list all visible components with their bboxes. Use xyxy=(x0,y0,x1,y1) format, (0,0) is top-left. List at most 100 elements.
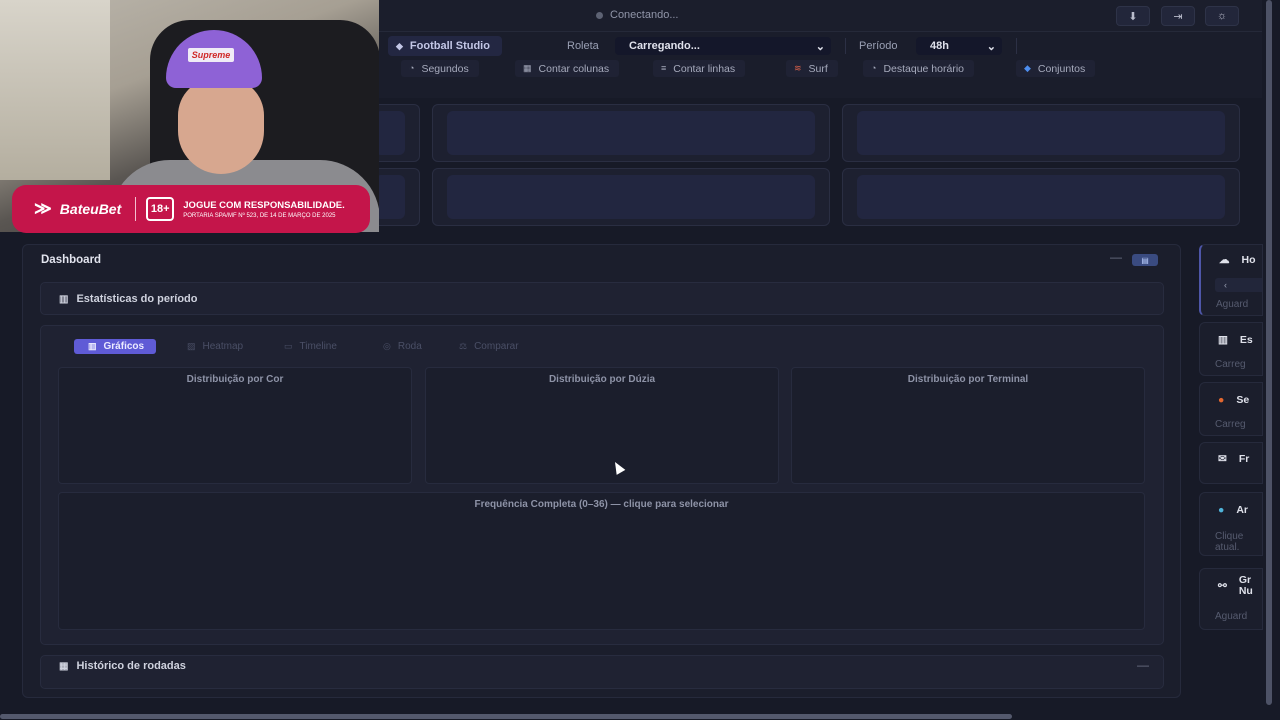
stats-section-header[interactable]: ▥ Estatísticas do período xyxy=(40,282,1164,315)
chart-terminal-distribution: Distribuição por Terminal xyxy=(791,367,1145,484)
sidebar-card[interactable]: ▥ Es Carreg xyxy=(1199,322,1263,376)
roleta-select[interactable]: Carregando... ⌄ xyxy=(615,37,831,55)
theme-toggle-button[interactable]: ☼ xyxy=(1205,6,1239,26)
toggle-contar-colunas[interactable]: ▦ Contar colunas xyxy=(515,60,620,77)
sidebar-card-title: ✉ Fr xyxy=(1218,453,1249,465)
brand-name: BateuBet xyxy=(59,201,122,217)
history-title: ▦ Histórico de rodadas xyxy=(59,660,186,672)
skeleton-block xyxy=(447,111,815,155)
toggle-conjuntos[interactable]: ◆ Conjuntos xyxy=(1016,60,1096,77)
sidebar-card-title: ● Ar xyxy=(1218,504,1248,516)
chart-frequency[interactable]: Frequência Completa (0–36) — clique para… xyxy=(58,492,1145,630)
periodo-select[interactable]: 48h ⌄ xyxy=(916,37,1002,55)
image-icon: ▤ xyxy=(1141,255,1149,265)
legal-notice: JOGUE COM RESPONSABILIDADE. PORTARIA SPA… xyxy=(183,200,345,219)
tab-comparar[interactable]: ⚖ Comparar xyxy=(459,339,519,354)
chart-title: Distribuição por Dúzia xyxy=(548,374,656,385)
loading-card xyxy=(432,104,830,162)
game-chip[interactable]: ◆ Football Studio xyxy=(388,36,502,56)
horizontal-scrollbar[interactable] xyxy=(0,714,1012,719)
periodo-label: Período xyxy=(859,40,898,52)
charts-section: ▥ Gráficos ▨ Heatmap ▭ Timeline ◎ Roda ⚖ Comp… xyxy=(40,325,1164,645)
responsible-gaming-text: JOGUE COM RESPONSABILIDADE. xyxy=(183,199,345,211)
tab-graficos[interactable]: ▥ Gráficos xyxy=(74,339,157,354)
tab-label: Roda xyxy=(397,341,422,352)
fire-icon: ● xyxy=(1218,394,1225,406)
loading-card xyxy=(842,104,1240,162)
cap-logo: Supreme xyxy=(188,48,234,62)
stats-title: ▥ Estatísticas do período xyxy=(59,293,197,305)
toggle-contar-linhas[interactable]: ≡ Contar linhas xyxy=(653,60,746,77)
connection-status: Conectando... xyxy=(596,9,679,21)
collapse-icon[interactable]: — xyxy=(1110,250,1122,264)
link-icon: ⚯ xyxy=(1218,580,1227,592)
chart-icon: ▥ xyxy=(88,341,97,351)
sidebar-card-title-text: Es xyxy=(1239,334,1253,346)
chart-icon: ▥ xyxy=(1218,334,1228,346)
prev-button[interactable]: ‹ xyxy=(1215,278,1262,292)
tab-roda[interactable]: ◎ Roda xyxy=(383,339,422,354)
heatmap-icon: ▨ xyxy=(187,341,196,351)
vertical-scrollbar[interactable] xyxy=(1266,0,1272,705)
chart-color-distribution: Distribuição por Cor xyxy=(58,367,412,484)
toggle-label: Surf xyxy=(808,62,828,75)
tab-timeline[interactable]: ▭ Timeline xyxy=(284,339,337,354)
chevron-down-icon: ⌄ xyxy=(815,40,825,53)
game-icon: ◆ xyxy=(396,40,403,51)
history-section-header[interactable]: ▦ Histórico de rodadas — xyxy=(40,655,1164,689)
toggle-label: Segundos xyxy=(421,62,469,75)
skeleton-block xyxy=(447,175,815,219)
sidebar-card[interactable]: ✉ Fr xyxy=(1199,442,1263,484)
tab-heatmap[interactable]: ▨ Heatmap xyxy=(187,339,243,354)
legal-ordinance-text: PORTARIA SPA/MF Nº 523, DE 14 DE MARÇO D… xyxy=(183,212,336,219)
dashboard-action-button[interactable]: ▤ xyxy=(1132,254,1158,266)
logout-icon: ⇥ xyxy=(1173,10,1183,23)
sidebar-card-subtitle: Aguard xyxy=(1216,299,1249,310)
sidebar-card-title: ⚯ Gr Nu xyxy=(1218,575,1253,597)
rows-icon: ≡ xyxy=(661,63,667,73)
sidebar-card-subtitle: Carreg xyxy=(1215,359,1246,370)
background-wall xyxy=(0,0,110,180)
tab-label: Gráficos xyxy=(103,341,145,352)
chart-dozen-distribution: Distribuição por Dúzia xyxy=(425,367,779,484)
mail-icon: ✉ xyxy=(1218,453,1227,465)
chart-title: Distribuição por Cor xyxy=(186,374,284,385)
skeleton-block xyxy=(375,111,405,155)
magnifier-icon: ● xyxy=(1218,504,1225,516)
tab-label: Heatmap xyxy=(202,341,244,352)
toggle-label: Contar linhas xyxy=(673,62,736,75)
sidebar-card[interactable]: ☁ Ho ‹ Aguard xyxy=(1199,244,1263,316)
skeleton-block xyxy=(375,175,405,219)
loading-card xyxy=(432,168,830,226)
sidebar-card[interactable]: ● Ar Clique atual. xyxy=(1199,492,1263,556)
collapse-icon[interactable]: — xyxy=(1137,658,1149,672)
skeleton-block xyxy=(857,111,1225,155)
sponsor-banner: ≫ BateuBet 18+ JOGUE COM RESPONSABILIDAD… xyxy=(12,185,370,233)
tab-label: Comparar xyxy=(474,341,519,352)
dashboard-title: Dashboard xyxy=(41,254,102,266)
timeline-icon: ▭ xyxy=(284,341,293,351)
toggle-surf[interactable]: ≋ Surf xyxy=(786,60,838,77)
sidebar-card[interactable]: ● Se Carreg xyxy=(1199,382,1263,436)
sidebar-card-subtitle: Aguard xyxy=(1215,611,1248,622)
wave-icon: ≋ xyxy=(794,63,802,73)
divider xyxy=(845,38,846,54)
sidebar-card-title-text: Fr xyxy=(1238,453,1250,465)
age-badge: 18+ xyxy=(146,197,175,221)
sidebar-card-subtitle: Clique atual. xyxy=(1215,531,1244,553)
clock-icon: ◔ xyxy=(409,63,415,73)
roleta-select-value: Carregando... xyxy=(629,40,700,52)
download-button[interactable]: ⬇ xyxy=(1116,6,1150,26)
compare-icon: ⚖ xyxy=(459,341,468,351)
toggle-label: Contar colunas xyxy=(538,62,610,75)
calendar-icon: ▦ xyxy=(59,660,69,672)
toggle-segundos[interactable]: ◔ Segundos xyxy=(401,60,479,77)
sidebar-card-title-text: Ho xyxy=(1241,254,1256,266)
toggle-destaque-horario[interactable]: ◔ Destaque horário xyxy=(863,60,974,77)
history-title-text: Histórico de rodadas xyxy=(76,660,186,672)
stats-title-text: Estatísticas do período xyxy=(76,293,198,305)
chart-title: Frequência Completa (0–36) — clique para… xyxy=(474,499,729,510)
logout-button[interactable]: ⇥ xyxy=(1161,6,1195,26)
sidebar-card[interactable]: ⚯ Gr Nu Aguard xyxy=(1199,568,1263,630)
toggle-label: Destaque horário xyxy=(883,62,964,75)
